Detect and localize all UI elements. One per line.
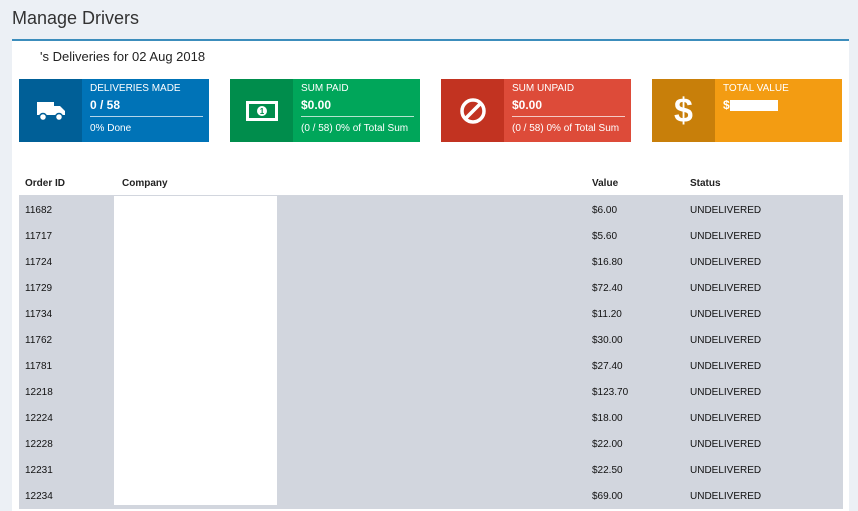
value-cell: $69.00 [586, 483, 684, 509]
sum-unpaid-progress-bar [512, 116, 625, 117]
sum-unpaid-value: $0.00 [512, 98, 543, 112]
status-cell: UNDELIVERED [684, 301, 843, 327]
value-cell: $16.80 [586, 249, 684, 275]
column-header-status[interactable]: Status [684, 172, 843, 197]
status-cell: UNDELIVERED [684, 353, 843, 379]
column-header-company[interactable]: Company [116, 172, 586, 197]
order-id-cell: 11717 [19, 223, 116, 249]
total-value-box: $ TOTAL VALUE $ [652, 79, 842, 142]
sum-paid-desc: (0 / 58) 0% of Total Sum [301, 123, 409, 134]
order-id-cell: 12224 [19, 405, 116, 431]
value-cell: $18.00 [586, 405, 684, 431]
column-header-value[interactable]: Value [586, 172, 684, 197]
deliveries-made-box: DELIVERIES MADE 0 / 58 0% Done [19, 79, 209, 142]
value-cell: $27.40 [586, 353, 684, 379]
status-cell: UNDELIVERED [684, 275, 843, 301]
sum-paid-label: SUM PAID [301, 83, 349, 94]
dollar-icon: $ [652, 79, 715, 142]
value-cell: $6.00 [586, 196, 684, 223]
value-cell: $11.20 [586, 301, 684, 327]
ban-icon [441, 79, 504, 142]
status-cell: UNDELIVERED [684, 405, 843, 431]
svg-text:1: 1 [259, 107, 264, 116]
sum-unpaid-label: SUM UNPAID [512, 83, 575, 94]
deliveries-progress-bar [90, 116, 203, 117]
sum-unpaid-box: SUM UNPAID $0.00 (0 / 58) 0% of Total Su… [441, 79, 631, 142]
order-id-cell: 11781 [19, 353, 116, 379]
status-cell: UNDELIVERED [684, 483, 843, 509]
order-id-cell: 11729 [19, 275, 116, 301]
panel-heading: 's Deliveries for 02 Aug 2018 [20, 49, 205, 64]
status-cell: UNDELIVERED [684, 431, 843, 457]
sum-unpaid-desc: (0 / 58) 0% of Total Sum [512, 123, 620, 134]
deliveries-made-desc: 0% Done [90, 123, 132, 134]
order-id-cell: 11762 [19, 327, 116, 353]
column-header-order-id[interactable]: Order ID [19, 172, 116, 197]
deliveries-panel: 's Deliveries for 02 Aug 2018 DELIVERIES… [12, 39, 849, 511]
order-id-cell: 11734 [19, 301, 116, 327]
status-cell: UNDELIVERED [684, 249, 843, 275]
status-cell: UNDELIVERED [684, 457, 843, 483]
panel-heading-text: 's Deliveries for 02 Aug 2018 [40, 49, 206, 64]
value-cell: $30.00 [586, 327, 684, 353]
sum-paid-progress-bar [301, 116, 414, 117]
sum-paid-value: $0.00 [301, 98, 332, 112]
order-id-cell: 12218 [19, 379, 116, 405]
status-cell: UNDELIVERED [684, 223, 843, 249]
truck-icon [19, 79, 82, 142]
value-cell: $72.40 [586, 275, 684, 301]
total-value-currency: $ [723, 98, 730, 112]
order-id-cell: 11682 [19, 196, 116, 223]
value-cell: $123.70 [586, 379, 684, 405]
status-cell: UNDELIVERED [684, 327, 843, 353]
deliveries-made-value: 0 / 58 [90, 98, 121, 112]
redacted-driver-name [20, 51, 40, 64]
status-cell: UNDELIVERED [684, 196, 843, 223]
redacted-total [729, 100, 778, 112]
status-cell: UNDELIVERED [684, 379, 843, 405]
total-value-value: $ [723, 98, 834, 112]
sum-paid-box: 1 SUM PAID $0.00 (0 / 58) 0% of Total Su… [230, 79, 420, 142]
deliveries-made-label: DELIVERIES MADE [90, 83, 181, 94]
value-cell: $22.50 [586, 457, 684, 483]
value-cell: $22.00 [586, 431, 684, 457]
order-id-cell: 11724 [19, 249, 116, 275]
page-title: Manage Drivers [12, 8, 140, 28]
order-id-cell: 12228 [19, 431, 116, 457]
money-icon: 1 [230, 79, 293, 142]
total-value-label: TOTAL VALUE [723, 83, 789, 94]
redacted-company-column [114, 196, 277, 505]
table-header-row: Order ID Company Value Status [19, 172, 843, 197]
value-cell: $5.60 [586, 223, 684, 249]
order-id-cell: 12234 [19, 483, 116, 509]
order-id-cell: 12231 [19, 457, 116, 483]
